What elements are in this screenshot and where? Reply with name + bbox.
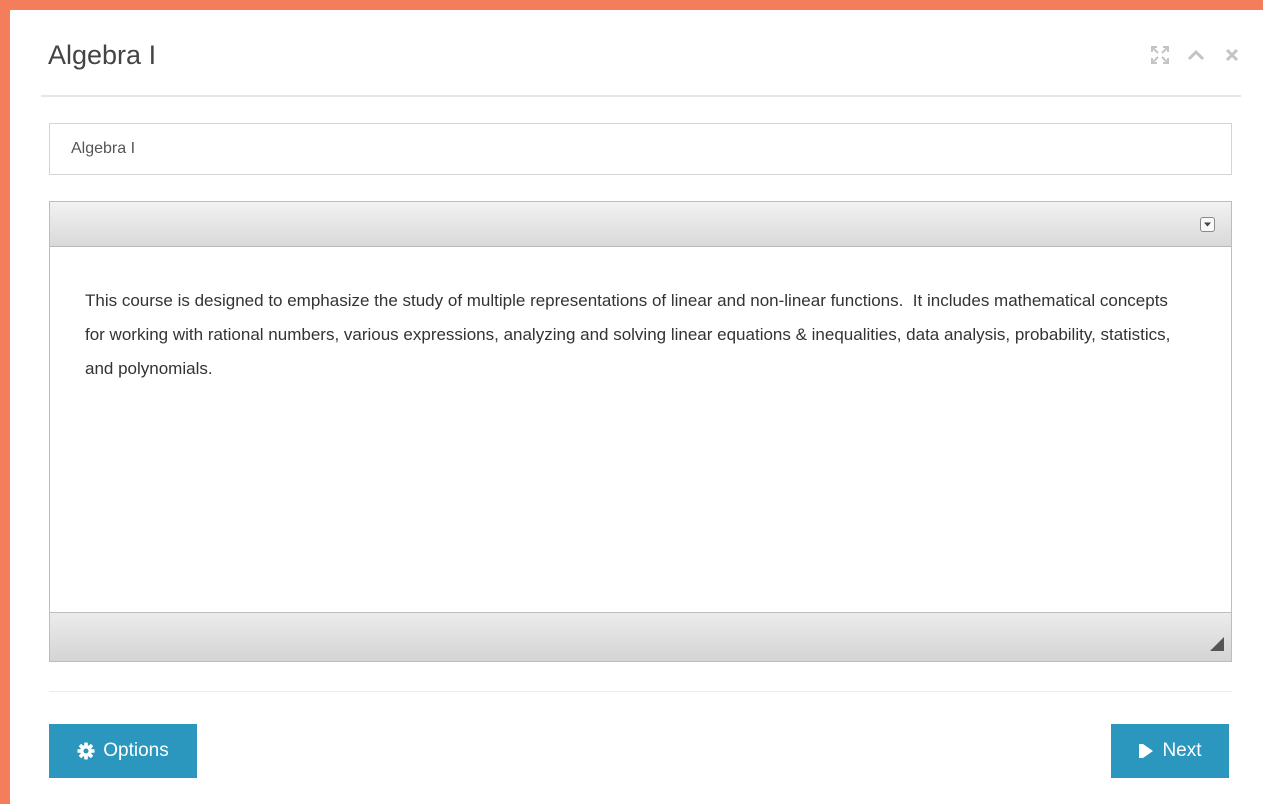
collapse-button[interactable] bbox=[1185, 44, 1207, 66]
description-text[interactable]: This course is designed to emphasize the… bbox=[85, 284, 1190, 386]
course-dialog: Algebra I Algebra I This course is desig… bbox=[10, 10, 1263, 804]
toolbar-toggle-button[interactable] bbox=[1200, 217, 1215, 232]
dialog-title: Algebra I bbox=[48, 40, 157, 70]
expand-icon bbox=[1151, 46, 1169, 64]
description-editor: This course is designed to emphasize the… bbox=[49, 201, 1232, 662]
gear-icon bbox=[77, 742, 95, 760]
options-button-label: Options bbox=[103, 740, 169, 761]
resize-handle-icon[interactable] bbox=[1210, 637, 1224, 651]
close-button[interactable] bbox=[1221, 44, 1243, 66]
next-button-label: Next bbox=[1162, 740, 1202, 761]
next-button[interactable]: Next bbox=[1111, 724, 1229, 778]
expand-button[interactable] bbox=[1149, 44, 1171, 66]
options-button[interactable]: Options bbox=[49, 724, 197, 778]
editor-toolbar bbox=[50, 202, 1231, 247]
close-icon bbox=[1225, 48, 1239, 62]
skip-forward-icon bbox=[1139, 744, 1154, 758]
caret-down-icon bbox=[1204, 222, 1211, 227]
window-controls bbox=[1149, 44, 1243, 66]
chevron-up-icon bbox=[1187, 49, 1205, 61]
course-name-input[interactable] bbox=[49, 123, 1232, 175]
footer-divider bbox=[49, 691, 1232, 692]
header-divider bbox=[41, 95, 1241, 97]
editor-statusbar bbox=[50, 612, 1231, 661]
